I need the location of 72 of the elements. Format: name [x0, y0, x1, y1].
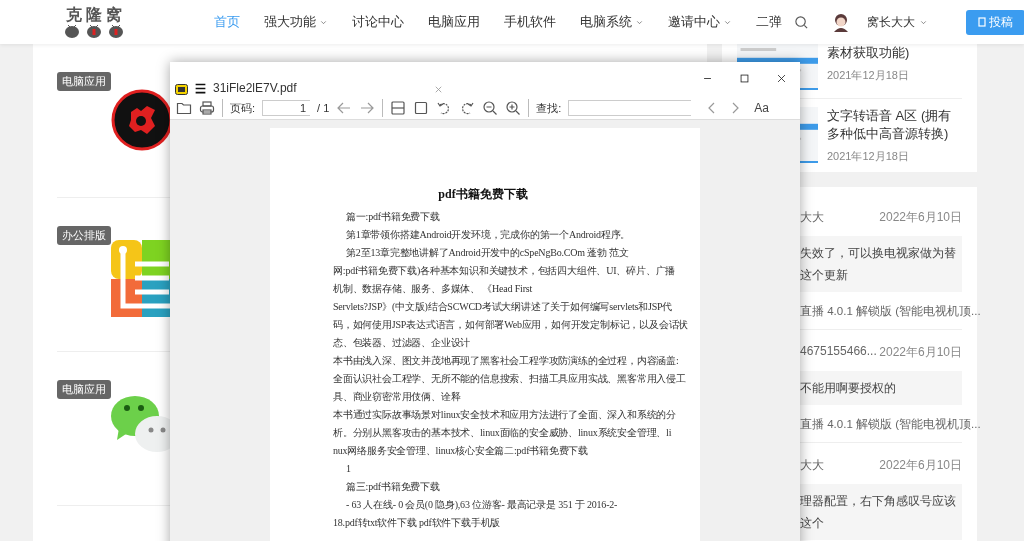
document-text-line: 篇三:pdf书籍免费下载 [345, 482, 441, 494]
document-text-line: 篇一:pdf书籍免费下载 [345, 212, 441, 224]
document-text-line: 网:pdf书籍免费下载)各种基本知识和关键技术，包括四大组件、UI、碎片、广播 [333, 266, 677, 278]
site-logo-text[interactable]: 克 隆 窝 [66, 5, 122, 24]
find-label: 查找: [536, 100, 562, 116]
comment-author: 大大 [800, 457, 824, 474]
bugs-logo-icon [64, 23, 124, 39]
menu-icon[interactable] [194, 82, 207, 95]
tiles-icon [111, 238, 173, 320]
comment-text: 理器配置，右下角感叹号应该 [800, 493, 956, 510]
page-number-field[interactable]: 1 [262, 100, 311, 116]
find-field[interactable] [568, 100, 692, 116]
fit-page-icon[interactable] [413, 100, 430, 116]
page-label: 页码: [230, 100, 256, 116]
article-date: 2021年12月18日 [827, 149, 910, 164]
document-text-line: 析。分别从黑客攻击的基本技术、linux面临的安全威胁、linux系统安全管理、li [333, 428, 673, 440]
user-menu[interactable]: 窝长大大 [861, 12, 934, 32]
comment-text: 不能用啊要授权的 [800, 380, 896, 397]
category-tag[interactable]: 电脑应用 [57, 380, 111, 399]
comment-post-link[interactable]: 直播 4.0.1 解锁版 (智能电视机顶... [800, 417, 981, 432]
comment-date: 2022年6月10日 [879, 344, 962, 361]
zoom-in-icon[interactable] [505, 100, 522, 116]
document-text-line: 本书由浅入深、图文并茂地再现了黑客社会工程学攻防演练的全过程，内容涵盖: [333, 356, 680, 368]
article-date: 2021年12月18日 [827, 68, 910, 83]
comment-text: 失效了，可以换电视家做为替 [800, 245, 956, 262]
comment-author: 4675155466... [800, 344, 877, 360]
document-text-line: 具、商业窃密常用伎俩、诠释 [333, 392, 462, 404]
article-title[interactable]: 素材获取功能) [827, 44, 962, 62]
document-text-line: - 63 人在线- 0 会员(0 隐身),63 位游客- 最高记录是 351 于 2016-2- [345, 500, 619, 512]
comment-text: 这个 [800, 515, 824, 532]
document-text-line: 第1章带领你搭建Android开发环境，完成你的第一个Android程序。 [345, 230, 632, 242]
fit-width-icon[interactable] [390, 100, 407, 116]
nav-item[interactable]: 邀请中心 [656, 13, 744, 31]
rotate-right-icon[interactable] [459, 100, 476, 116]
document-text-line: Servlets?JSP》(中文版)结合SCWCD考试大纲讲述了关于如何编写servlets和JSP代 [333, 302, 674, 314]
font-button[interactable]: Aa [754, 101, 770, 115]
category-tag[interactable]: 办公排版 [57, 226, 111, 245]
close-icon [776, 73, 787, 84]
arrow-left-icon[interactable] [336, 100, 353, 116]
document-text-line: 码，如何使用JSP表达式语言，如何部署Web应用，如何开发定制标记，以及会话状 [333, 320, 690, 332]
comment-date: 2022年6月10日 [879, 457, 962, 474]
maximize-icon [739, 73, 750, 84]
search-icon[interactable] [794, 14, 809, 30]
nav-item[interactable]: 电脑应用 [416, 13, 492, 31]
document-text-line: 机制、数据存储、服务、多媒体、 《Head First [333, 284, 534, 296]
document-text-line: 态、包装器、过滤器、企业设计 [333, 338, 472, 350]
document-text-line: 1 [345, 464, 352, 476]
page-total: / 1 [317, 102, 330, 114]
nav-item[interactable]: 二弹 [744, 13, 794, 31]
article-title[interactable]: 文字转语音 A区 (拥有多种低中高音源转换) [827, 107, 962, 143]
document-heading: pdf书籍免费下载 [437, 186, 529, 203]
folder-icon[interactable] [176, 100, 192, 116]
nav-item[interactable]: 强大功能 [252, 13, 340, 31]
comment-author: 大大 [800, 209, 824, 226]
nav-item[interactable]: 讨论中心 [340, 13, 416, 31]
document-tab-title[interactable]: 31iFle2lE7V.pdf [213, 81, 427, 95]
document-text-line: 第2至13章完整地讲解了Android开发中的cSpeNgBo.COm 蓬勃 范文 [345, 248, 630, 260]
zoom-out-icon[interactable] [482, 100, 499, 116]
comment-post-link[interactable]: 直播 4.0.1 解锁版 (智能电视机顶... [800, 304, 981, 319]
comment-date: 2022年6月10日 [879, 209, 962, 226]
document-text-line: 全面认识社会工程学、无所不能的信息搜索、扫描工具应用实战、黑客常用入侵工 [333, 374, 687, 386]
document-icon [978, 17, 986, 27]
print-icon[interactable] [199, 100, 215, 116]
comment-text: 这个更新 [800, 267, 848, 284]
document-text-line: nux网络服务安全管理、linux核心安全篇二:pdf书籍免费下载 [333, 446, 590, 458]
pdf-app-icon [175, 84, 188, 95]
arrow-right-icon[interactable] [359, 100, 376, 116]
nav-item[interactable]: 手机软件 [492, 13, 568, 31]
document-text-line: 18.pdf转txt软件下载 pdf软件下载手机版 [333, 518, 502, 530]
category-tag[interactable]: 电脑应用 [57, 72, 111, 91]
document-text-line: 本书通过实际故事场景对linux安全技术和应用方法进行了全面、深入和系统的分 [333, 410, 677, 422]
nav-item[interactable]: 电脑系统 [568, 13, 656, 31]
